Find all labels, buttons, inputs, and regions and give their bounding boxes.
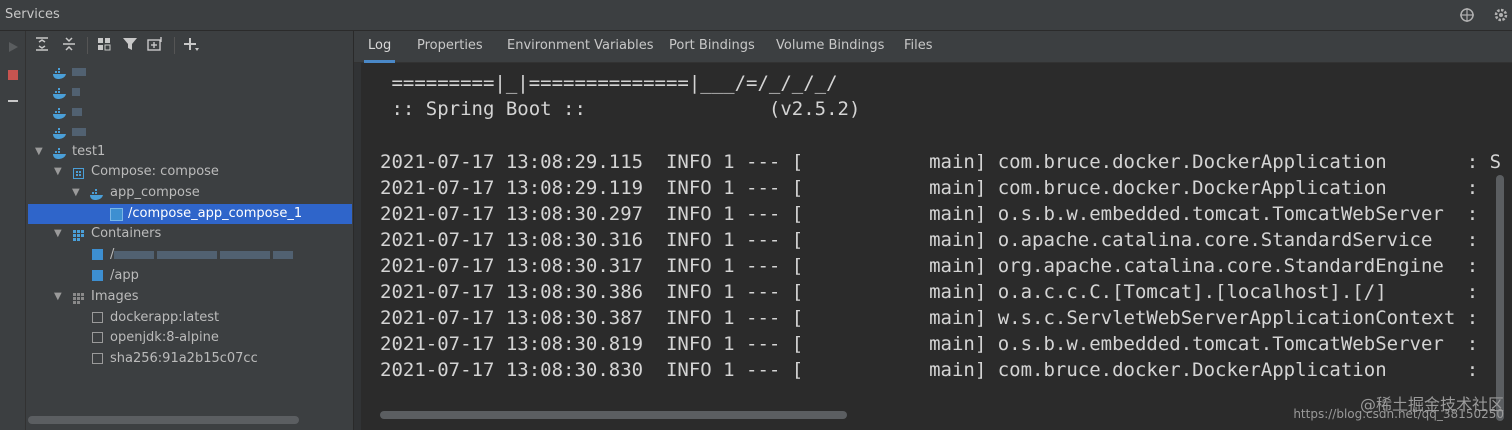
tree-item-label: Containers: [91, 226, 162, 241]
tree-item-blurred[interactable]: [26, 62, 353, 82]
tree-item-blurred[interactable]: [26, 122, 353, 142]
chevron-down-icon[interactable]: ▼: [72, 183, 80, 203]
tree-item-label: openjdk:8-alpine: [110, 330, 219, 345]
tree-item-container-blurred[interactable]: /: [26, 245, 353, 265]
crosshair-icon[interactable]: [1459, 7, 1475, 26]
tree-item-blurred[interactable]: [26, 82, 353, 102]
images-icon: [73, 291, 84, 304]
log-line: 2021-07-17 13:08:30.387 INFO 1 --- [ mai…: [380, 307, 1479, 329]
tab-environment-variables[interactable]: Environment Variables: [507, 31, 654, 63]
chevron-down-icon[interactable]: ▼: [54, 287, 62, 307]
tab-log[interactable]: Log: [363, 31, 396, 63]
docker-icon: [53, 106, 66, 119]
collapse-all-icon[interactable]: [61, 36, 77, 57]
tab-properties[interactable]: Properties: [417, 31, 483, 63]
image-icon: [92, 353, 103, 364]
tree-item-label: dockerapp:latest: [110, 310, 220, 325]
gear-icon[interactable]: [1493, 7, 1509, 26]
play-icon[interactable]: [6, 39, 20, 58]
stop-icon[interactable]: [6, 67, 20, 86]
tree-item-blurred[interactable]: [26, 102, 353, 122]
log-output[interactable]: =========|_|==============|___/=/_/_/_/ …: [354, 63, 1512, 430]
log-banner-line: =========|_|==============|___/=/_/_/_/: [380, 72, 838, 94]
tree-item-compose-app-compose-1[interactable]: /compose_app_compose_1: [28, 204, 352, 224]
chevron-down-icon[interactable]: ▼: [54, 162, 62, 182]
tree-item-containers[interactable]: ▼ Containers: [26, 224, 353, 244]
log-line: 2021-07-17 13:08:30.386 INFO 1 --- [ mai…: [380, 281, 1479, 303]
container-icon: [92, 249, 103, 260]
container-icon: [110, 208, 123, 221]
compose-icon: [73, 166, 84, 179]
log-line: 2021-07-17 13:08:30.297 INFO 1 --- [ mai…: [380, 203, 1479, 225]
tree-horizontal-scrollbar[interactable]: [28, 416, 299, 424]
tree-item-image[interactable]: dockerapp:latest: [26, 308, 353, 328]
log-line: 2021-07-17 13:08:29.115 INFO 1 --- [ mai…: [380, 151, 1502, 173]
docker-icon: [90, 187, 103, 200]
new-service-icon[interactable]: [147, 36, 164, 57]
tree-item-label: app_compose: [110, 185, 200, 200]
image-icon: [92, 332, 103, 343]
docker-icon: [53, 146, 66, 159]
tree-item-label: test1: [72, 144, 106, 159]
log-gutter: [354, 63, 361, 430]
image-icon: [92, 312, 103, 323]
container-icon: [92, 270, 103, 281]
tree-item-test1[interactable]: ▼ test1: [26, 142, 353, 162]
tab-files[interactable]: Files: [904, 31, 933, 63]
tree-item-container-app[interactable]: /app: [26, 266, 353, 286]
expand-all-icon[interactable]: [34, 36, 50, 57]
tree-item-label: /compose_app_compose_1: [128, 206, 303, 221]
docker-icon: [53, 86, 66, 99]
filter-icon[interactable]: [122, 36, 138, 57]
tree-item-images[interactable]: ▼ Images: [26, 287, 353, 307]
group-by-icon[interactable]: [96, 36, 112, 57]
log-horizontal-scrollbar[interactable]: [380, 411, 847, 419]
toolbar-separator: [87, 37, 88, 54]
log-line: 2021-07-17 13:08:30.819 INFO 1 --- [ mai…: [380, 333, 1479, 355]
tree-item-label: Images: [91, 289, 139, 304]
services-tree: ▼ test1 ▼ Compose: compose ▼ app_compose…: [26, 60, 353, 430]
docker-icon: [53, 66, 66, 79]
tree-item-image[interactable]: sha256:91a2b15c07cc: [26, 349, 353, 369]
service-actions-strip: [0, 31, 26, 430]
tree-item-label: Compose: compose: [91, 164, 219, 179]
log-vertical-scrollbar[interactable]: [1496, 175, 1504, 421]
tab-volume-bindings[interactable]: Volume Bindings: [776, 31, 884, 63]
toolbar-separator: [174, 37, 175, 54]
watermark-url: https://blog.csdn.net/qq_38150250: [1293, 407, 1504, 421]
log-line: 2021-07-17 13:08:29.119 INFO 1 --- [ mai…: [380, 177, 1479, 199]
tree-item-label: /app: [110, 268, 139, 283]
add-icon[interactable]: [183, 36, 199, 57]
services-toolbar: [26, 31, 353, 60]
tab-port-bindings[interactable]: Port Bindings: [669, 31, 755, 63]
tree-item-image[interactable]: openjdk:8-alpine: [26, 328, 353, 348]
services-title-bar: Services: [0, 0, 1512, 31]
tree-item-compose[interactable]: ▼ Compose: compose: [26, 162, 353, 182]
log-banner-line: :: Spring Boot :: (v2.5.2): [380, 98, 861, 120]
log-line: 2021-07-17 13:08:30.317 INFO 1 --- [ mai…: [380, 255, 1479, 277]
chevron-down-icon[interactable]: ▼: [35, 142, 43, 162]
minus-icon[interactable]: [6, 93, 20, 112]
details-tabs: Log Properties Environment Variables Por…: [354, 31, 1512, 63]
log-line: 2021-07-17 13:08:30.830 INFO 1 --- [ mai…: [380, 359, 1479, 381]
docker-icon: [53, 126, 66, 139]
chevron-down-icon[interactable]: ▼: [54, 224, 62, 244]
tree-item-app-compose[interactable]: ▼ app_compose: [26, 183, 353, 203]
panel-title: Services: [5, 7, 60, 22]
tree-item-label: sha256:91a2b15c07cc: [110, 351, 258, 366]
log-line: 2021-07-17 13:08:30.316 INFO 1 --- [ mai…: [380, 229, 1479, 251]
containers-icon: [73, 228, 84, 241]
